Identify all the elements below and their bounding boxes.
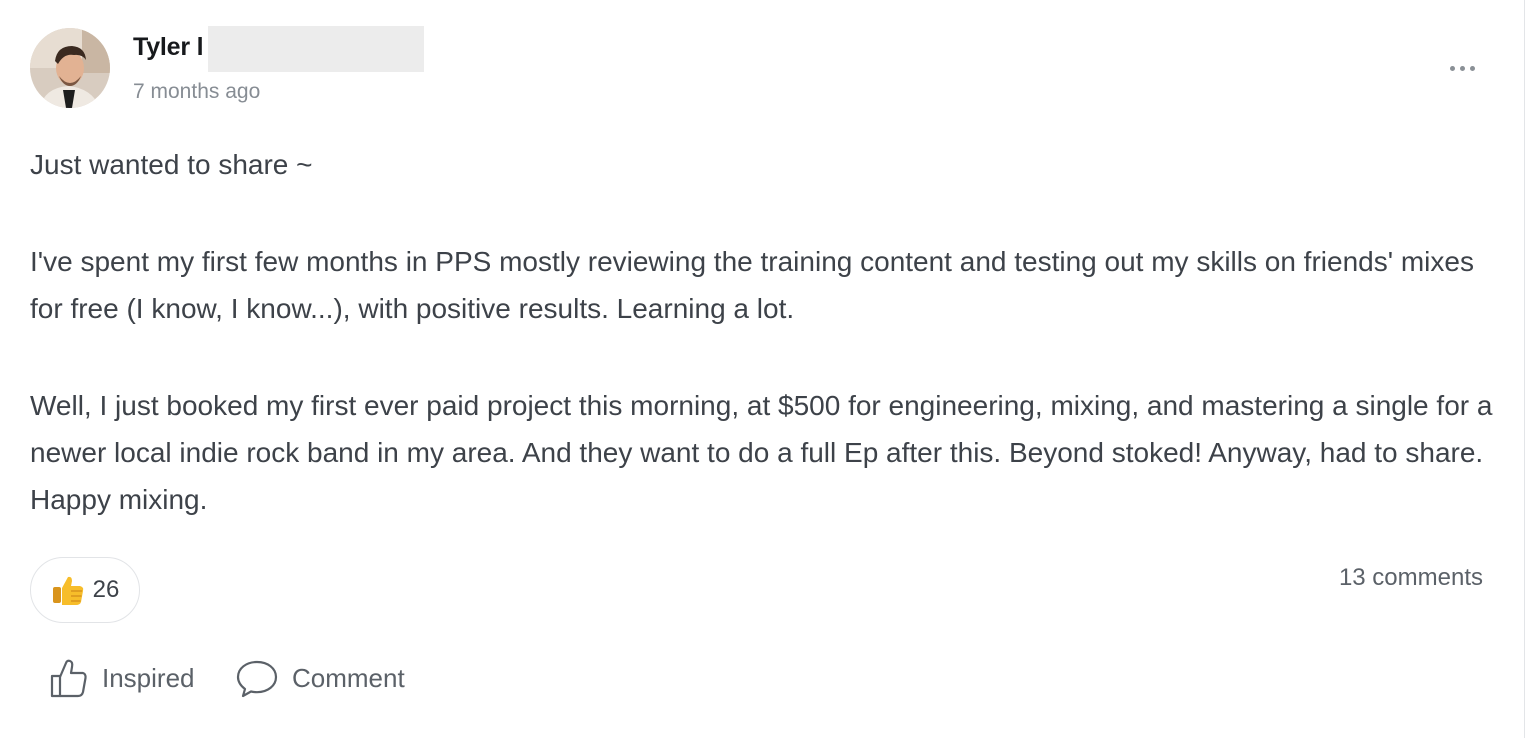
post-paragraph: I've spent my first few months in PPS mo… (30, 246, 1474, 324)
avatar-photo (30, 28, 110, 108)
more-options-icon[interactable] (1440, 56, 1484, 80)
post-body: Just wanted to share ~ I've spent my fir… (30, 141, 1505, 523)
comment-button[interactable]: Comment (236, 655, 405, 701)
comment-label: Comment (292, 662, 405, 693)
thumbs-up-emoji-icon (52, 576, 83, 605)
post-paragraph: Well, I just booked my first ever paid p… (30, 390, 1493, 515)
redacted-name-block (208, 26, 424, 72)
post-timestamp[interactable]: 7 months ago (133, 80, 260, 104)
post-card: Tyler l 7 months ago Just wanted to shar… (0, 0, 1525, 738)
reaction-count: 26 (92, 576, 120, 603)
speech-bubble-icon (236, 660, 278, 698)
reaction-summary-button[interactable]: 26 (30, 557, 140, 623)
inspired-button[interactable]: Inspired (50, 655, 195, 701)
thumbs-up-outline-icon (50, 659, 87, 698)
inspired-label: Inspired (102, 662, 195, 693)
author-name[interactable]: Tyler l (133, 33, 204, 62)
post-paragraph: Just wanted to share ~ (30, 149, 313, 180)
author-avatar[interactable] (30, 28, 110, 108)
comments-count-link[interactable]: 13 comments (1339, 564, 1483, 592)
